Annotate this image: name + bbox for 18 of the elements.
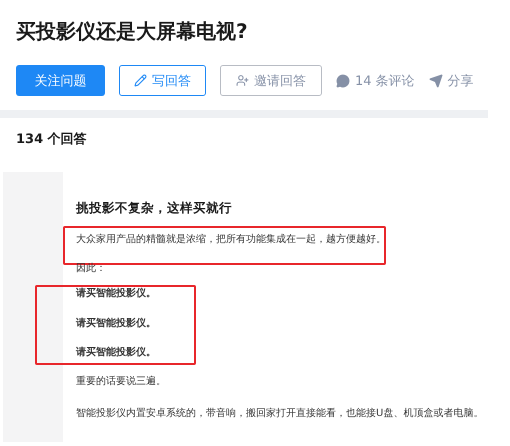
answer-heading: 挑投影不复杂，这样买就行 xyxy=(76,200,233,216)
speech-bubble-icon xyxy=(336,74,350,88)
paragraph: 智能投影仪内置安卓系统的，带音响，搬回家打开直接能看，也能接U盘、机顶盒或者电脑。 xyxy=(76,407,484,421)
paragraph: 请买智能投影仪。 xyxy=(76,287,157,301)
paragraph: 因此： xyxy=(76,262,107,276)
invite-button[interactable]: 邀请回答 xyxy=(220,65,322,96)
paragraph: 重要的话要说三遍。 xyxy=(76,375,167,389)
answer-count: 134 个回答 xyxy=(15,131,88,148)
add-user-icon xyxy=(236,74,249,87)
comments-link[interactable]: 14 条评论 xyxy=(336,72,415,90)
paragraph: 请买智能投影仪。 xyxy=(76,346,157,360)
write-answer-button[interactable]: 写回答 xyxy=(119,65,206,96)
paragraph: 请买智能投影仪。 xyxy=(76,316,157,330)
follow-button[interactable]: 关注问题 xyxy=(16,65,105,96)
pencil-icon xyxy=(134,74,147,87)
paper-plane-icon xyxy=(428,74,443,88)
share-link[interactable]: 分享 xyxy=(428,72,474,90)
question-title: 买投影仪还是大屏幕电视? xyxy=(16,18,249,45)
